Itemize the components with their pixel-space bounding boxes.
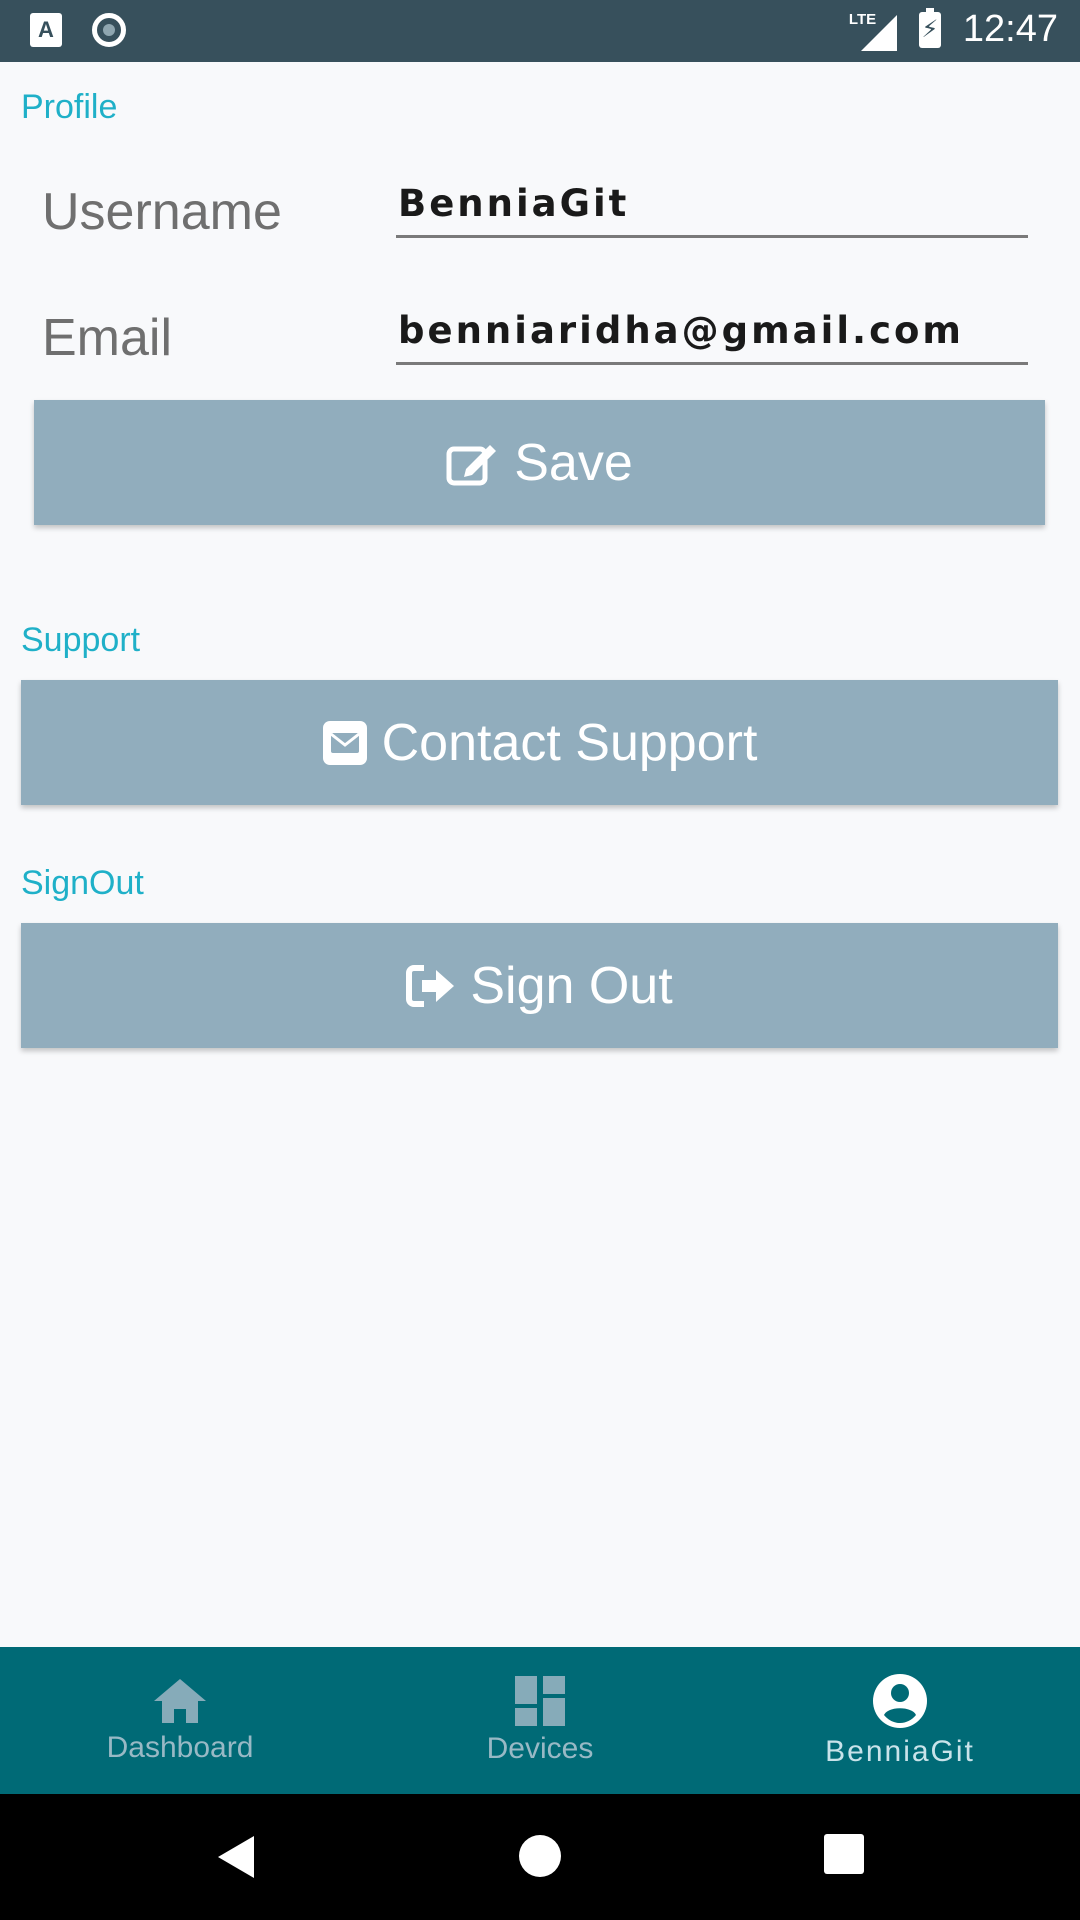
- nav-item-devices[interactable]: Devices: [360, 1647, 720, 1794]
- nav-label-profile: BenniaGit: [825, 1734, 975, 1768]
- account-circle-icon: [873, 1673, 927, 1728]
- profile-section-label: Profile: [21, 88, 118, 126]
- record-icon: [92, 13, 126, 47]
- status-clock: 12:47: [962, 8, 1058, 50]
- home-button-icon[interactable]: [518, 1834, 562, 1878]
- contact-support-button[interactable]: Contact Support: [21, 680, 1058, 805]
- email-row: Email: [42, 298, 1028, 388]
- support-section-label: Support: [21, 621, 141, 659]
- envelope-icon: [322, 720, 367, 765]
- email-field[interactable]: [396, 305, 1028, 365]
- home-icon: [154, 1678, 206, 1723]
- nav-label-devices: Devices: [486, 1731, 594, 1765]
- username-label: Username: [42, 183, 282, 241]
- battery-charging-icon: ⚡: [918, 7, 941, 48]
- sign-out-icon: [406, 964, 455, 1007]
- username-field[interactable]: [396, 178, 1028, 238]
- sign-out-button[interactable]: Sign Out: [21, 923, 1058, 1048]
- notification-a-icon: A: [30, 13, 62, 47]
- signout-section-label: SignOut: [21, 864, 144, 902]
- email-label: Email: [42, 309, 173, 367]
- nav-item-dashboard[interactable]: Dashboard: [0, 1647, 360, 1794]
- edit-icon: [446, 444, 497, 485]
- back-icon[interactable]: [214, 1834, 258, 1880]
- recents-icon[interactable]: [824, 1834, 864, 1874]
- status-bar: A LTE ⚡ 12:47: [0, 0, 1080, 62]
- contact-support-label: Contact Support: [381, 713, 758, 772]
- dashboard-grid-icon: [515, 1675, 565, 1726]
- username-row: Username: [42, 170, 1028, 260]
- lte-signal-icon: LTE: [849, 9, 897, 51]
- bottom-navigation: Dashboard Devices BenniaGit: [0, 1647, 1080, 1794]
- sign-out-label: Sign Out: [470, 956, 673, 1015]
- save-button[interactable]: Save: [34, 400, 1045, 525]
- save-label: Save: [514, 433, 633, 492]
- system-navigation-bar: [0, 1794, 1080, 1920]
- nav-label-dashboard: Dashboard: [106, 1730, 254, 1764]
- nav-item-profile[interactable]: BenniaGit: [720, 1647, 1080, 1794]
